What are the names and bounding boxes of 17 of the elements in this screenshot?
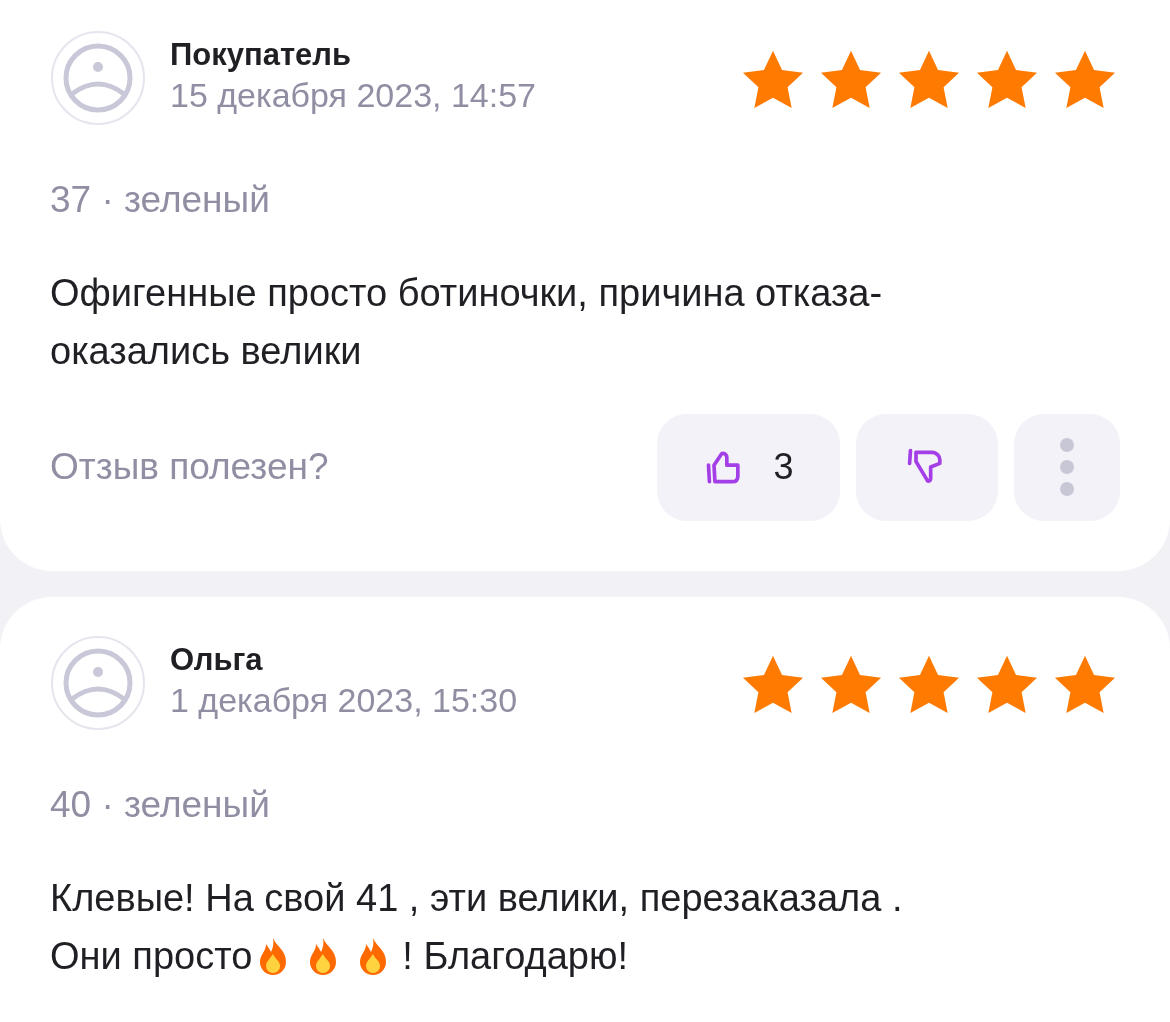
author-name: Покупатель — [170, 36, 353, 74]
size-color-label: 37 · зеленый — [50, 178, 271, 222]
avatar-icon — [50, 635, 146, 731]
avatar-icon — [50, 30, 146, 126]
helpful-question: Отзыв полезен? — [50, 445, 330, 490]
review-date: 15 декабря 2023, 14:57 — [170, 75, 537, 117]
author-name: Ольга — [170, 641, 264, 679]
review-text: Офигенные просто ботиночки, причина отказа-оказались велики — [50, 270, 884, 374]
more-icon — [1059, 437, 1075, 497]
like-button[interactable]: 3 — [657, 413, 840, 521]
review-date: 1 декабря 2023, 15:30 — [170, 680, 519, 722]
review-text: ! Благодарю! — [402, 933, 629, 979]
review-text: Клевые! На свой 41 , эти велики, перезаказала . — [50, 875, 903, 921]
like-count: 3 — [773, 445, 794, 489]
dislike-button[interactable] — [856, 413, 998, 521]
review-text: Они просто — [50, 933, 253, 979]
size-color-label: 40 · зеленый — [50, 783, 271, 827]
